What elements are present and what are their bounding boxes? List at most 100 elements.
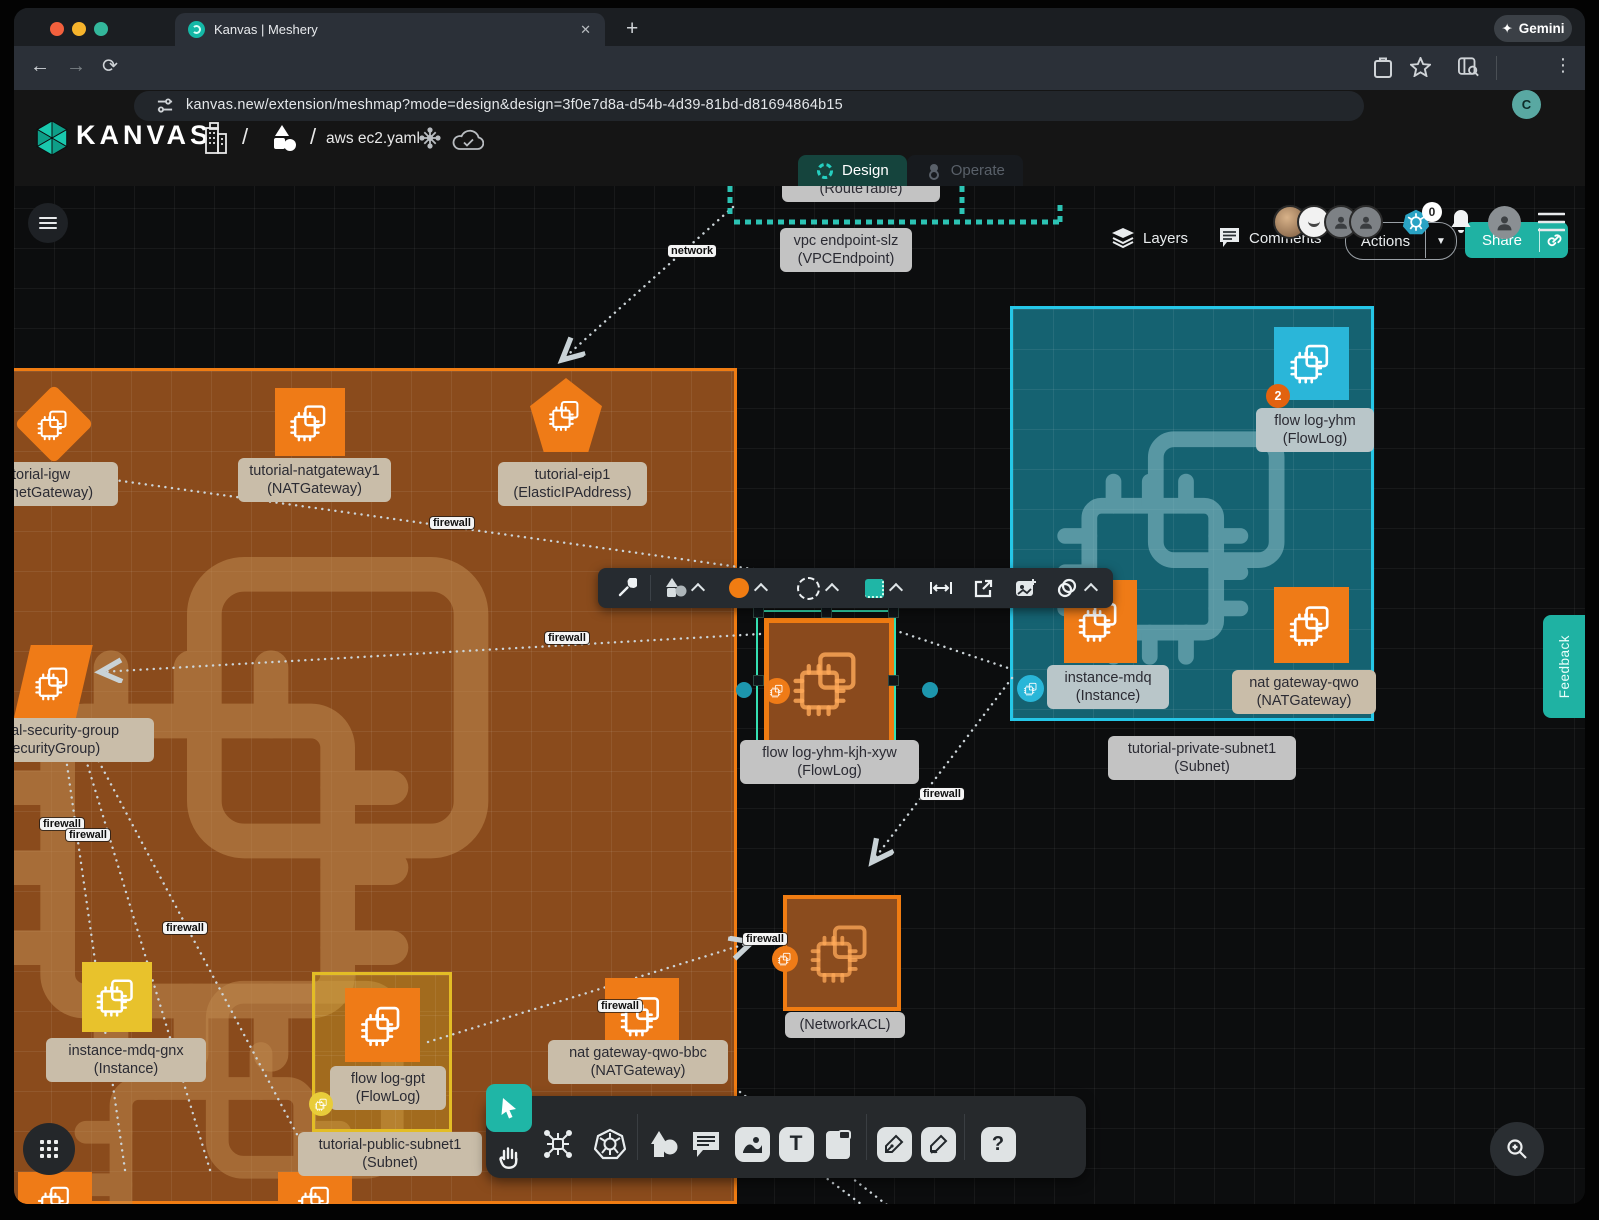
- bookmark-star-icon[interactable]: [1410, 57, 1431, 77]
- chevron-up-icon: [889, 583, 903, 597]
- mesh-sync-icon[interactable]: [418, 126, 442, 150]
- edge-label-firewall[interactable]: firewall: [545, 632, 589, 644]
- design-file-name[interactable]: aws ec2.yaml: [326, 130, 420, 148]
- node-label-flowlog-gpt[interactable]: flow log-gpt (FlowLog): [330, 1066, 446, 1110]
- url-bar[interactable]: kanvas.new/extension/meshmap?mode=design…: [134, 91, 1364, 121]
- border-style-tool[interactable]: [794, 568, 840, 608]
- pan-tool[interactable]: [492, 1140, 526, 1174]
- browser-profile-avatar[interactable]: C: [1512, 90, 1541, 119]
- kubernetes-tool[interactable]: [590, 1124, 630, 1164]
- browser-tab[interactable]: Kanvas | Meshery ✕: [175, 13, 605, 46]
- edge-label-firewall[interactable]: firewall: [430, 517, 474, 529]
- back-button[interactable]: ←: [30, 55, 50, 78]
- select-tool[interactable]: [486, 1084, 532, 1132]
- actions-caret-icon[interactable]: ▼: [1426, 236, 1456, 247]
- resize-width-tool[interactable]: [924, 568, 958, 608]
- shapes-tool[interactable]: [660, 568, 706, 608]
- designs-icon[interactable]: [266, 124, 298, 152]
- zoom-search-button[interactable]: [1490, 1122, 1544, 1176]
- components-tool[interactable]: [538, 1124, 578, 1164]
- node-label-natgateway1[interactable]: tutorial-natgateway1 (NATGateway): [238, 458, 391, 502]
- help-tool[interactable]: ?: [978, 1124, 1018, 1164]
- edge-label-network[interactable]: network: [668, 245, 716, 257]
- networkacl-badge[interactable]: [772, 946, 798, 972]
- node-label-private-subnet[interactable]: tutorial-private-subnet1 (Subnet): [1108, 736, 1296, 780]
- node-label-flowlog-selected[interactable]: flow log-yhm-kjh-xyw (FlowLog): [740, 740, 919, 784]
- node-label-security-group[interactable]: tutorial-security-group (SecurityGroup): [14, 718, 154, 762]
- operate-mode-icon: [925, 162, 943, 180]
- node-label-flowlog-yhm[interactable]: flow log-yhm (FlowLog): [1256, 408, 1374, 452]
- node-partial-bottom-1[interactable]: [18, 1172, 92, 1204]
- kanvas-logo-text[interactable]: KANVAS: [76, 120, 212, 151]
- flowlog-yhm-count-badge[interactable]: 2: [1266, 384, 1290, 408]
- node-partial-bottom-2[interactable]: [278, 1172, 352, 1204]
- sticky-note-tool[interactable]: [818, 1124, 858, 1164]
- tab-search-icon[interactable]: [1458, 57, 1480, 77]
- feedback-tab[interactable]: Feedback: [1543, 615, 1585, 718]
- node-label-public-subnet[interactable]: tutorial-public-subnet1 (Subnet): [298, 1132, 482, 1176]
- gemini-button[interactable]: ✦ Gemini: [1494, 15, 1572, 42]
- node-label-natgateway-qwo[interactable]: nat gateway-qwo (NATGateway): [1232, 670, 1376, 714]
- close-window-button[interactable]: [50, 22, 64, 36]
- chevron-up-icon: [753, 583, 767, 597]
- resource-chip-icon: [36, 406, 73, 443]
- cloud-save-icon[interactable]: [452, 128, 484, 151]
- zoom-window-button[interactable]: [94, 22, 108, 36]
- design-canvas[interactable]: (RouteTable) vpc endpoint-slz (VPCEndpoi…: [14, 8, 1585, 1204]
- layers-button[interactable]: Layers: [1111, 222, 1188, 254]
- save-icon[interactable]: [1374, 57, 1392, 78]
- comment-tool[interactable]: [686, 1124, 726, 1164]
- bell-icon: [1450, 208, 1472, 234]
- tab-design[interactable]: Design: [798, 155, 907, 186]
- shapes-tool-dock[interactable]: [644, 1124, 684, 1164]
- edge-label-firewall[interactable]: firewall: [743, 933, 787, 945]
- new-tab-button[interactable]: +: [626, 17, 638, 41]
- pencil-tool[interactable]: [918, 1124, 958, 1164]
- edge-label-firewall[interactable]: firewall: [920, 788, 964, 800]
- swatch-style-tool[interactable]: [860, 568, 906, 608]
- flowlog-selected-badge[interactable]: [764, 678, 790, 704]
- flowlog-gpt-badge[interactable]: [309, 1092, 333, 1116]
- tab-close-icon[interactable]: ✕: [580, 22, 591, 38]
- node-label-natgateway-bbc[interactable]: nat gateway-qwo-bbc (NATGateway): [548, 1040, 728, 1084]
- site-settings-icon[interactable]: [156, 98, 174, 114]
- apps-grid-button[interactable]: [23, 1123, 75, 1175]
- profile-avatar[interactable]: [1488, 206, 1521, 239]
- pen-tool[interactable]: [874, 1124, 914, 1164]
- forward-button[interactable]: →: [66, 55, 86, 78]
- node-label-networkacl[interactable]: (NetworkACL): [785, 1012, 905, 1038]
- reload-button[interactable]: ⟳: [102, 55, 118, 78]
- node-label-instance-gnx[interactable]: instance-mdq-gnx (Instance): [46, 1038, 206, 1082]
- dashed-circle-icon: [797, 577, 820, 600]
- node-flowlog-gpt[interactable]: [345, 988, 420, 1062]
- fill-color-tool[interactable]: [724, 568, 770, 608]
- canvas-menu-button[interactable]: [28, 203, 68, 243]
- group-select-tool[interactable]: [1050, 568, 1102, 608]
- minimize-window-button[interactable]: [72, 22, 86, 36]
- private-subnet-connector-badge[interactable]: [1017, 675, 1044, 702]
- node-instance-gnx[interactable]: [82, 962, 152, 1032]
- node-natgateway-qwo[interactable]: [1274, 587, 1349, 663]
- node-label-eip[interactable]: tutorial-eip1 (ElasticIPAddress): [498, 462, 647, 506]
- open-external-tool[interactable]: [966, 568, 1000, 608]
- configure-tool[interactable]: [612, 568, 642, 608]
- node-label-igw[interactable]: tutorial-igw (InternetGateway): [14, 462, 118, 506]
- organization-icon[interactable]: [200, 122, 228, 154]
- node-label-instance-mdq[interactable]: instance-mdq (Instance): [1047, 665, 1169, 709]
- browser-menu-button[interactable]: ⋮: [1554, 55, 1572, 76]
- node-natgateway1[interactable]: [275, 388, 345, 456]
- tab-operate[interactable]: Operate: [907, 155, 1023, 186]
- edge-label-firewall[interactable]: firewall: [66, 829, 110, 841]
- notifications-button[interactable]: [1450, 208, 1472, 234]
- app-menu-button[interactable]: [1538, 212, 1565, 232]
- node-label-vpc-endpoint[interactable]: vpc endpoint-slz (VPCEndpoint): [780, 228, 912, 272]
- add-image-tool[interactable]: [1008, 568, 1044, 608]
- text-tool[interactable]: T: [776, 1124, 816, 1164]
- edge-label-firewall[interactable]: firewall: [163, 922, 207, 934]
- node-networkacl[interactable]: [783, 895, 901, 1011]
- share-link-icon[interactable]: [1540, 232, 1568, 249]
- collaborator-avatar-4[interactable]: [1349, 205, 1383, 239]
- shapes-icon: [649, 1130, 679, 1158]
- edge-label-firewall[interactable]: firewall: [598, 1000, 642, 1012]
- media-tool[interactable]: [732, 1124, 772, 1164]
